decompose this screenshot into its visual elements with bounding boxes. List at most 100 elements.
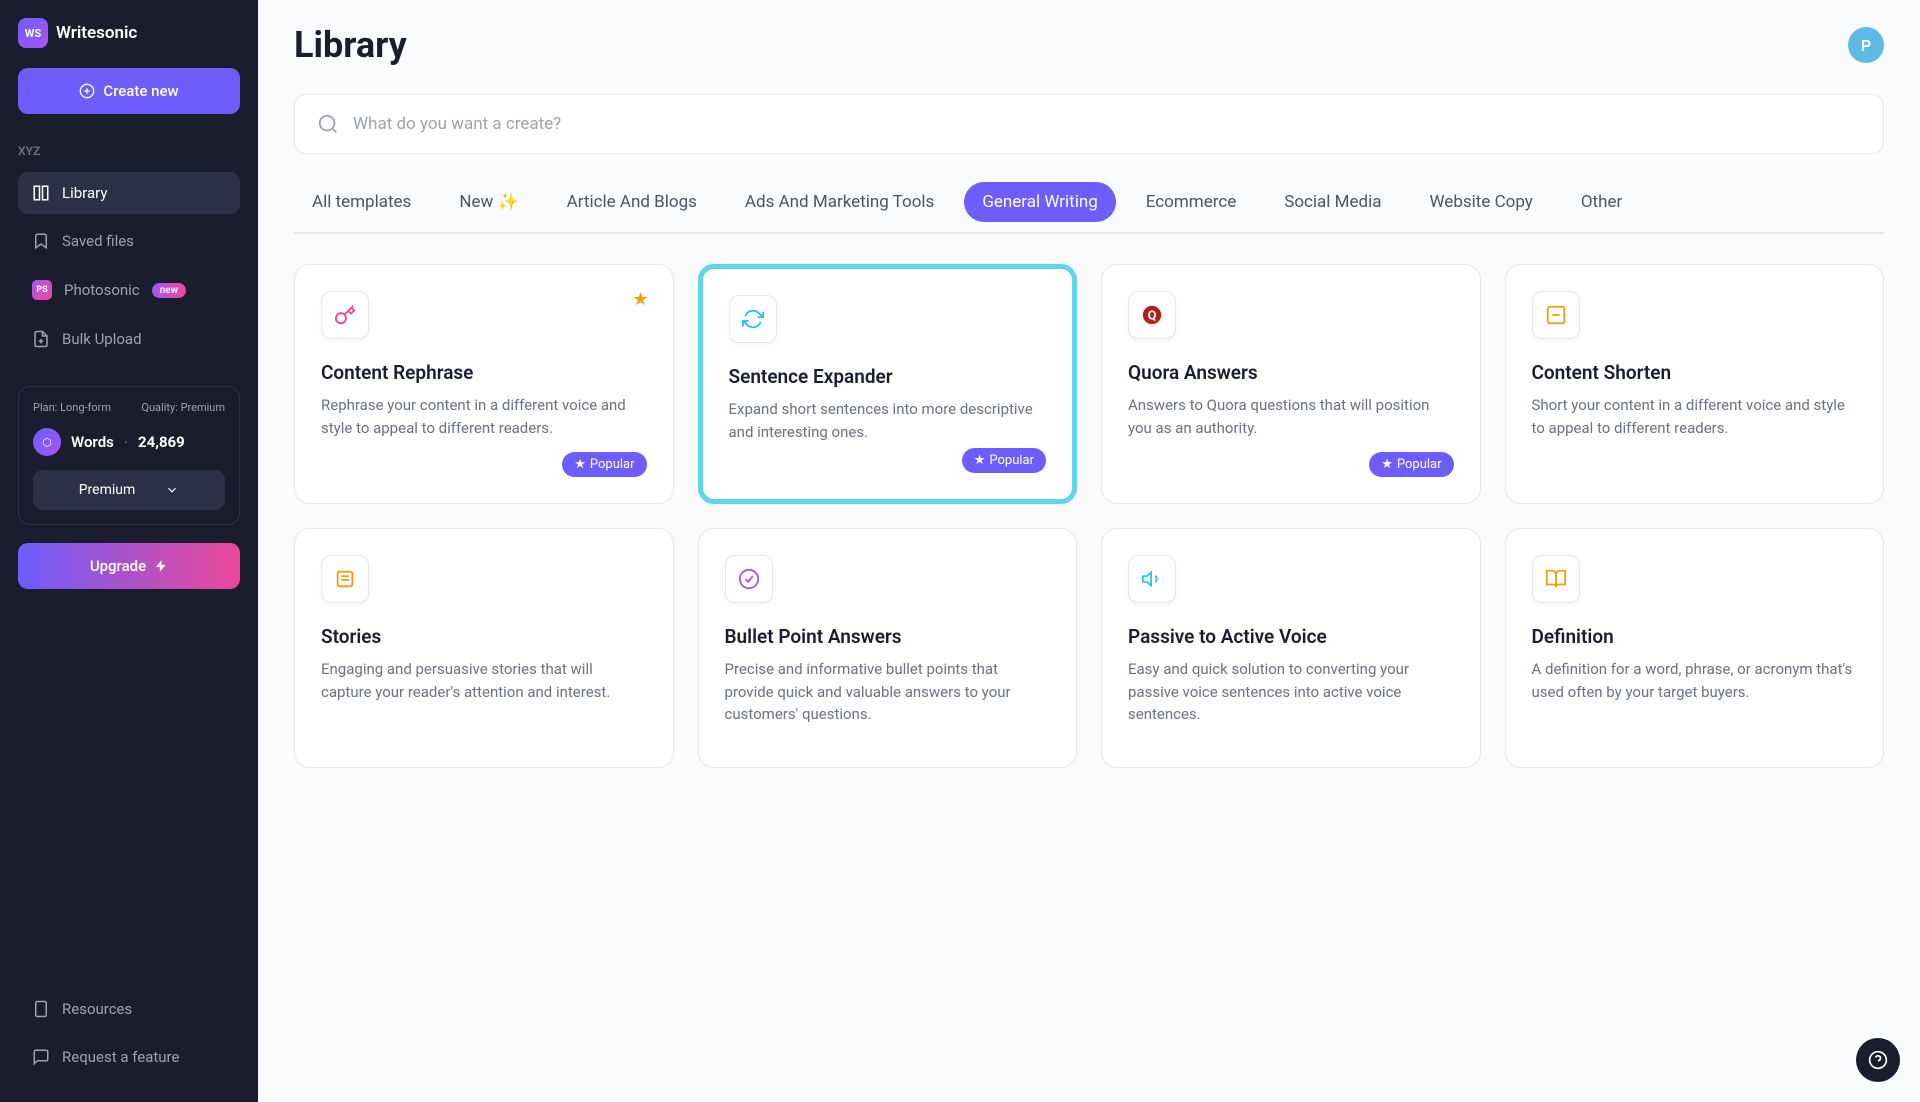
- sidebar-item-photosonic[interactable]: PS Photosonic new: [18, 268, 240, 312]
- tab-social-media[interactable]: Social Media: [1266, 182, 1399, 222]
- plan-box: Plan: Long-form Quality: Premium ⬡ Words…: [18, 386, 240, 525]
- star-icon: ★: [574, 457, 586, 472]
- tab-ads-and-marketing-tools[interactable]: Ads And Marketing Tools: [727, 182, 952, 222]
- upgrade-button[interactable]: Upgrade: [18, 543, 240, 589]
- nav-item-label: Photosonic: [64, 281, 140, 299]
- sidebar: WS Writesonic Create new XYZ Library Save…: [0, 0, 258, 1102]
- nav-item-label: Bulk Upload: [62, 330, 142, 348]
- card-description: Expand short sentences into more descrip…: [729, 398, 1047, 443]
- card-icon: [729, 295, 777, 343]
- card-icon: [725, 555, 773, 603]
- logo-badge-icon: WS: [18, 18, 48, 48]
- plan-label: Plan: Long-form: [33, 401, 111, 414]
- words-count: 24,869: [138, 433, 185, 451]
- popular-badge: ★Popular: [962, 448, 1046, 473]
- card-icon: [1532, 291, 1580, 339]
- tier-label: Premium: [79, 482, 136, 498]
- card-description: Engaging and persuasive stories that wil…: [321, 658, 647, 703]
- words-icon: ⬡: [33, 428, 61, 456]
- bookmark-icon: [32, 232, 50, 250]
- user-avatar[interactable]: P: [1848, 27, 1884, 63]
- card-icon: [321, 291, 369, 339]
- new-badge: new: [152, 283, 186, 298]
- template-card-content-shorten[interactable]: Content Shorten Short your content in a d…: [1505, 264, 1885, 504]
- card-icon: [321, 555, 369, 603]
- sidebar-item-saved-files[interactable]: Saved files: [18, 220, 240, 262]
- template-card-quora-answers[interactable]: Q Quora Answers Answers to Quora questions…: [1101, 264, 1481, 504]
- tab-article-and-blogs[interactable]: Article And Blogs: [549, 182, 715, 222]
- tab-new-[interactable]: New ✨: [441, 182, 536, 222]
- card-icon: [1532, 555, 1580, 603]
- card-title: Quora Answers: [1128, 361, 1454, 384]
- tab-all-templates[interactable]: All templates: [294, 182, 429, 222]
- popular-badge: ★Popular: [1369, 452, 1453, 477]
- quality-label: Quality: Premium: [141, 401, 225, 414]
- upload-icon: [32, 330, 50, 348]
- nav-item-label: Resources: [62, 1000, 132, 1018]
- workspace-label: XYZ: [18, 144, 240, 158]
- upgrade-label: Upgrade: [90, 557, 146, 575]
- card-description: Short your content in a different voice …: [1532, 394, 1858, 439]
- template-grid: ★ Content Rephrase Rephrase your content i…: [294, 264, 1884, 768]
- device-icon: [32, 1000, 50, 1018]
- help-icon: [1868, 1050, 1888, 1070]
- card-description: Rephrase your content in a different voi…: [321, 394, 647, 439]
- nav-item-label: Saved files: [62, 232, 134, 250]
- bolt-icon: [154, 559, 168, 573]
- card-icon: [1128, 555, 1176, 603]
- card-title: Stories: [321, 625, 647, 648]
- chat-icon: [32, 1048, 50, 1066]
- search-input[interactable]: [353, 114, 1861, 134]
- library-icon: [32, 184, 50, 202]
- star-icon: ★: [632, 289, 648, 310]
- search-icon: [317, 113, 339, 135]
- tab-website-copy[interactable]: Website Copy: [1411, 182, 1550, 222]
- template-card-passive-to-active-voice[interactable]: Passive to Active Voice Easy and quick so…: [1101, 528, 1481, 768]
- card-title: Sentence Expander: [729, 365, 1047, 388]
- card-title: Definition: [1532, 625, 1858, 648]
- photosonic-icon: PS: [32, 280, 52, 300]
- tab-ecommerce[interactable]: Ecommerce: [1128, 182, 1254, 222]
- nav-item-label: Request a feature: [62, 1048, 179, 1066]
- words-counter: ⬡ Words · 24,869: [33, 428, 225, 456]
- category-tabs: All templates New ✨ Article And Blogs Ads A…: [294, 182, 1884, 234]
- chevron-down-icon: [165, 483, 179, 497]
- tier-select[interactable]: Premium: [33, 470, 225, 510]
- svg-text:Q: Q: [1148, 309, 1157, 324]
- main-content: Library P All templates New ✨ Article And …: [258, 0, 1920, 1102]
- sidebar-item-library[interactable]: Library: [18, 172, 240, 214]
- card-title: Content Shorten: [1532, 361, 1858, 384]
- template-card-content-rephrase[interactable]: ★ Content Rephrase Rephrase your content i…: [294, 264, 674, 504]
- template-card-sentence-expander[interactable]: Sentence Expander Expand short sentences …: [698, 264, 1078, 504]
- page-title: Library: [294, 24, 407, 66]
- template-card-bullet-point-answers[interactable]: Bullet Point Answers Precise and informat…: [698, 528, 1078, 768]
- search-box[interactable]: [294, 94, 1884, 154]
- card-title: Bullet Point Answers: [725, 625, 1051, 648]
- nav-item-label: Library: [62, 184, 107, 202]
- card-description: A definition for a word, phrase, or acro…: [1532, 658, 1858, 703]
- template-card-definition[interactable]: Definition A definition for a word, phras…: [1505, 528, 1885, 768]
- star-icon: ★: [1381, 457, 1393, 472]
- card-description: Answers to Quora questions that will pos…: [1128, 394, 1454, 439]
- create-label: Create new: [103, 82, 178, 100]
- nav-bottom: Resources Request a feature: [18, 988, 240, 1084]
- sidebar-item-request-a-feature[interactable]: Request a feature: [18, 1036, 240, 1078]
- card-title: Content Rephrase: [321, 361, 647, 384]
- card-description: Easy and quick solution to converting yo…: [1128, 658, 1454, 726]
- brand-logo[interactable]: WS Writesonic: [18, 18, 240, 48]
- tab-other[interactable]: Other: [1563, 182, 1640, 222]
- words-label: Words: [71, 433, 114, 451]
- plus-circle-icon: [79, 83, 95, 99]
- create-new-button[interactable]: Create new: [18, 68, 240, 114]
- card-icon: Q: [1128, 291, 1176, 339]
- card-title: Passive to Active Voice: [1128, 625, 1454, 648]
- nav-main: Library Saved files PS Photosonic new Bulk Up…: [18, 172, 240, 366]
- brand-name: Writesonic: [56, 23, 137, 43]
- sidebar-item-bulk-upload[interactable]: Bulk Upload: [18, 318, 240, 360]
- tab-general-writing[interactable]: General Writing: [964, 182, 1115, 222]
- help-button[interactable]: [1856, 1038, 1900, 1082]
- card-description: Precise and informative bullet points th…: [725, 658, 1051, 726]
- star-icon: ★: [974, 453, 986, 468]
- template-card-stories[interactable]: Stories Engaging and persuasive stories t…: [294, 528, 674, 768]
- sidebar-item-resources[interactable]: Resources: [18, 988, 240, 1030]
